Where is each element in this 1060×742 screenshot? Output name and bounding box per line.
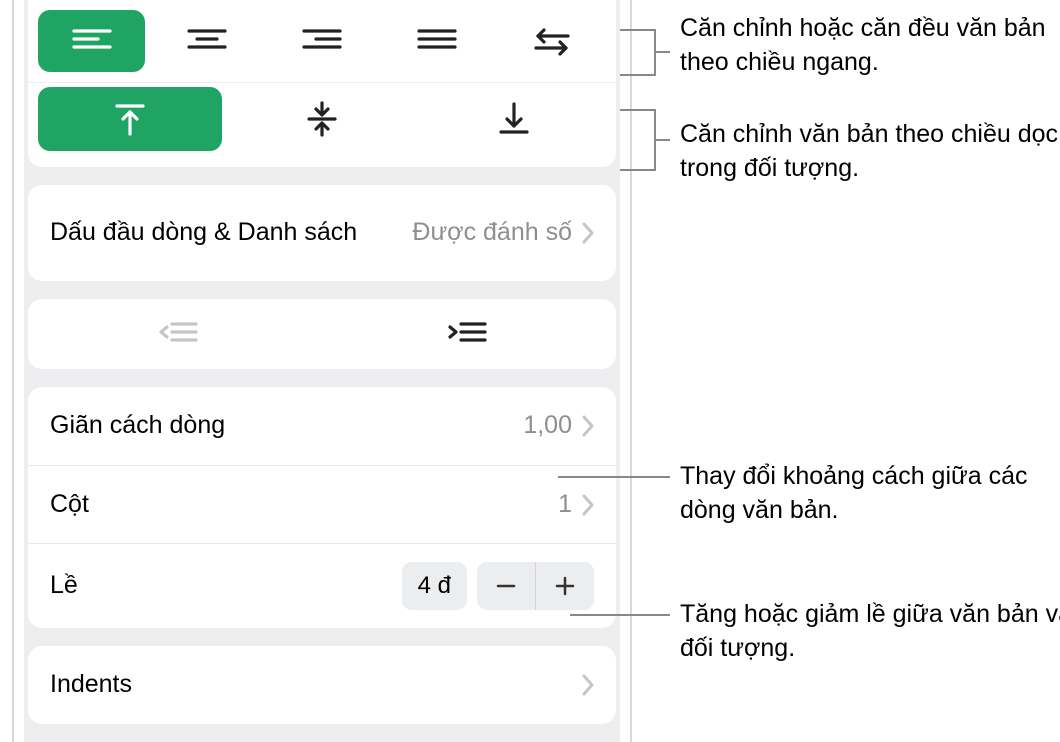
callout-horizontal-align: Căn chỉnh hoặc căn đều văn bản theo chiề…	[680, 12, 1060, 80]
callout-vertical-align: Căn chỉnh văn bản theo chiều dọc trong đ…	[680, 118, 1060, 186]
callout-line-spacing: Thay đổi khoảng cách giữa các dòng văn b…	[680, 460, 1060, 528]
callout-margin: Tăng hoặc giảm lề giữa văn bản và đối tư…	[680, 598, 1060, 666]
